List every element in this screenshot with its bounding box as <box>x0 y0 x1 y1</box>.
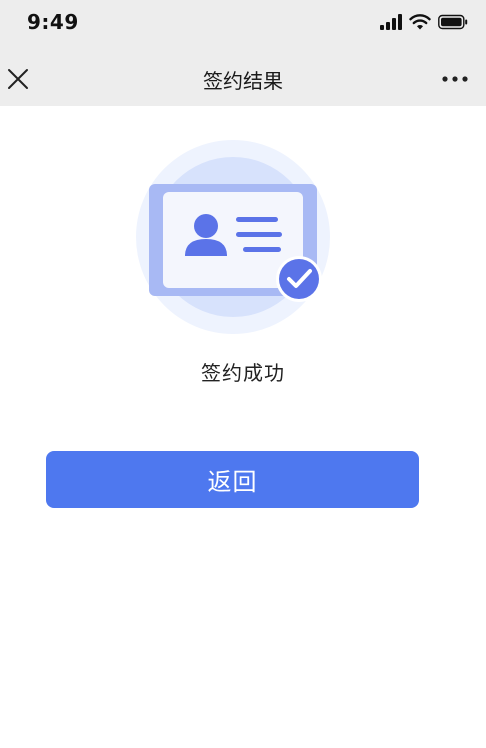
status-icons <box>380 13 468 31</box>
wifi-icon <box>409 14 431 30</box>
screen: 9:49 签约结果 签约成功 返回 <box>0 0 486 748</box>
more-icon[interactable] <box>442 75 468 83</box>
return-button[interactable]: 返回 <box>46 451 419 508</box>
id-card-check-icon <box>136 140 330 334</box>
status-bar: 9:49 <box>0 0 486 48</box>
return-button-label: 返回 <box>207 468 258 496</box>
page-title: 签约结果 <box>203 69 283 93</box>
battery-icon <box>438 14 468 30</box>
status-time: 9:49 <box>27 10 79 34</box>
signal-icon <box>380 14 402 30</box>
nav-bar: 签约结果 <box>0 48 486 106</box>
result-message: 签约成功 <box>201 361 285 385</box>
